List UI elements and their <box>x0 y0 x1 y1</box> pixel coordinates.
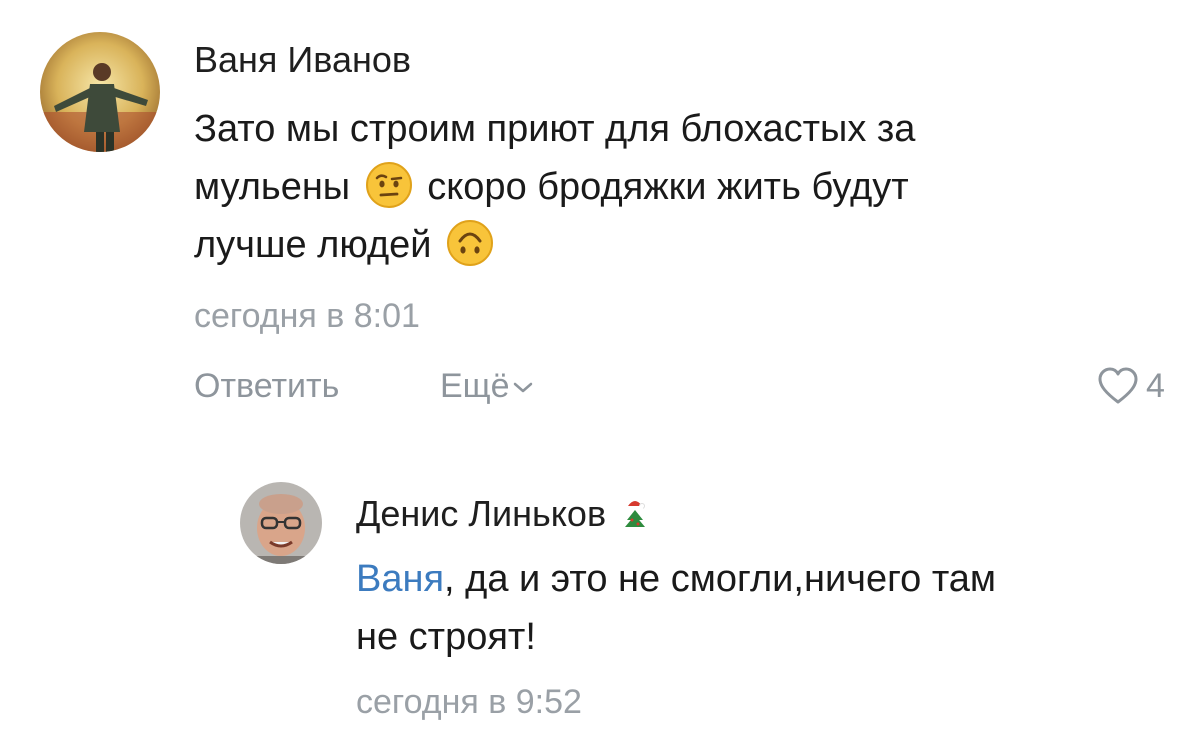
reply-author-name: Денис Линьков <box>356 493 607 534</box>
comment-text: Зато мы строим приют для блохастых за му… <box>194 100 1154 274</box>
comment: Ваня Иванов Зато мы строим приют для бло… <box>0 0 1200 430</box>
reply-text: Ваня, да и это не смогли,ничего там не с… <box>356 550 1176 666</box>
reply-text-line1: Ваня, да и это не смогли,ничего там <box>356 550 1176 608</box>
reply-text-line2: не строят! <box>356 616 536 658</box>
chevron-down-icon <box>513 382 532 393</box>
comment-text-line2: мульены скоро бродяжки жить будут <box>194 158 1154 216</box>
comment-text-line1: Зато мы строим приют для блохастых за <box>194 108 916 150</box>
mention-link[interactable]: Ваня <box>356 558 444 600</box>
comment-text-line3-text: лучше людей <box>194 224 432 266</box>
like-count: 4 <box>1146 367 1165 405</box>
christmas-tree-badge-icon <box>625 501 646 527</box>
more-label: Ещё <box>440 367 510 405</box>
reply-button[interactable]: Ответить <box>194 366 339 406</box>
avatar-image <box>240 482 322 564</box>
comment-author[interactable]: Ваня Иванов <box>194 40 411 80</box>
avatar-vanya[interactable] <box>40 32 160 152</box>
upside-down-face-emoji-icon <box>446 219 494 267</box>
comment-timestamp: сегодня в 8:01 <box>194 297 420 335</box>
heart-icon <box>1098 367 1138 404</box>
comment-text-line2-a: мульены <box>194 166 351 208</box>
reply-text-line1-rest: , да и это не смогли,ничего там <box>444 558 997 600</box>
comment-text-line3: лучше людей <box>194 216 1154 274</box>
avatar-image <box>40 32 160 152</box>
raised-eyebrow-emoji-icon <box>365 161 413 209</box>
reply-author[interactable]: Денис Линьков <box>356 494 648 534</box>
comment-text-line2-b: скоро бродяжки жить будут <box>427 166 909 208</box>
reply-comment: Денис Линьков Ваня, да и это не смогли,н… <box>0 470 1200 736</box>
like-button[interactable]: 4 <box>1096 364 1166 408</box>
avatar-denis[interactable] <box>240 482 322 564</box>
more-button[interactable]: Ещё <box>440 366 534 406</box>
reply-timestamp: сегодня в 9:52 <box>356 683 582 721</box>
